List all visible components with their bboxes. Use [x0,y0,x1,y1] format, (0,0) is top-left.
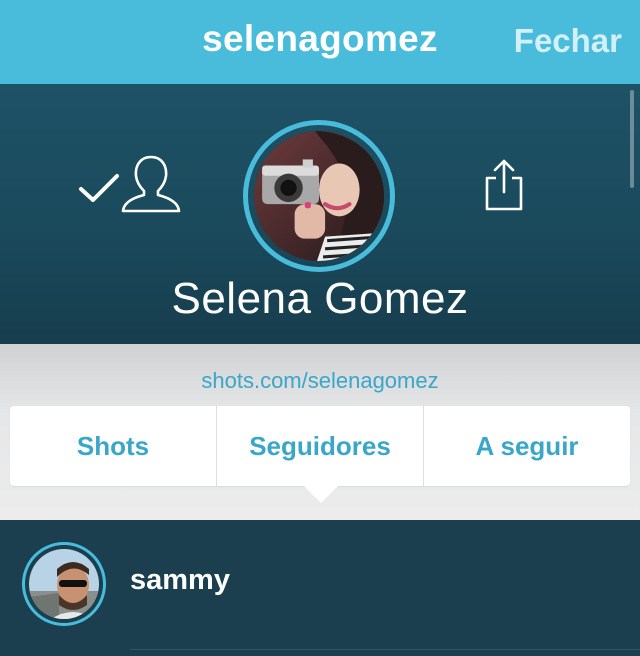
check-icon[interactable] [78,172,120,204]
row-divider [130,649,640,650]
share-icon[interactable] [484,158,524,212]
scrollbar[interactable] [630,90,634,188]
tab-followers[interactable]: Seguidores [216,406,423,486]
followers-list: sammy [0,520,640,656]
tab-following[interactable]: A seguir [423,406,630,486]
profile-avatar[interactable] [243,120,395,272]
user-photo [29,549,99,619]
profile-header: Selena Gomez [0,84,640,344]
profile-tabs-area: shots.com/selenagomez Shots Seguidores A… [0,344,640,520]
tab-shots[interactable]: Shots [10,406,216,486]
selected-tab-pointer [303,485,339,503]
avatar [22,542,106,626]
close-button[interactable]: Fechar [514,22,622,60]
navigation-bar: selenagomez Fechar [0,0,640,84]
profile-url-link[interactable]: shots.com/selenagomez [0,368,640,394]
person-icon[interactable] [120,154,182,214]
profile-name: Selena Gomez [171,274,469,323]
username: sammy [130,564,230,596]
segmented-tabs: Shots Seguidores A seguir [10,406,630,486]
list-item[interactable]: sammy [0,520,640,650]
profile-photo [254,131,384,261]
